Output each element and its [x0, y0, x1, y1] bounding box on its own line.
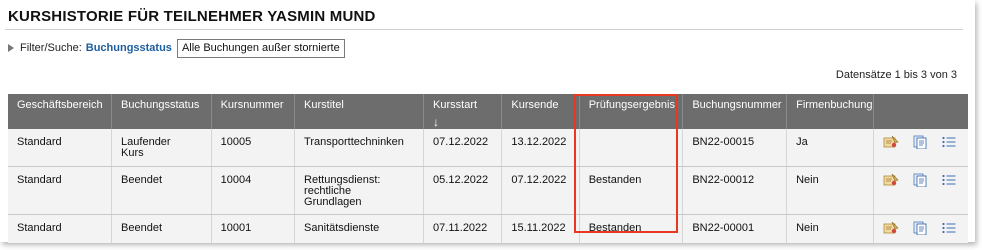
- table-row: Standard Beendet 10001 Sanitätsdienste 0…: [8, 214, 968, 244]
- cell-kursnummer: 10001: [211, 214, 296, 244]
- cell-actions: [873, 214, 968, 244]
- cell-buchungsnummer: BN22-00015: [682, 129, 788, 167]
- course-history-panel: KURSHISTORIE FÜR TEILNEHMER YASMIN MUND …: [0, 0, 975, 244]
- table-row: Standard Beendet 10004 Rettungsdienst: r…: [8, 166, 968, 215]
- cell-buchungsstatus: Beendet: [111, 166, 212, 215]
- cell-kursnummer: 10004: [211, 166, 296, 215]
- records-count: Datensätze 1 bis 3 von 3: [835, 69, 957, 81]
- document-icon[interactable]: [912, 173, 928, 187]
- column-header-firmenbuchung[interactable]: Firmenbuchung: [786, 94, 874, 129]
- expand-triangle-icon[interactable]: [8, 44, 14, 52]
- filter-field-link[interactable]: Buchungsstatus: [86, 42, 172, 54]
- page-title: KURSHISTORIE FÜR TEILNEHMER YASMIN MUND: [8, 8, 376, 25]
- list-icon[interactable]: [941, 135, 957, 149]
- cell-buchungsnummer: BN22-00012: [682, 166, 788, 215]
- cell-kursende: 07.12.2022: [501, 166, 580, 215]
- certificate-icon[interactable]: [883, 173, 899, 187]
- cell-geschaeftsbereich: Standard: [8, 214, 113, 244]
- document-icon[interactable]: [912, 221, 928, 235]
- cell-kursstart: 07.12.2022: [423, 129, 503, 167]
- cell-firmenbuchung: Nein: [786, 166, 874, 215]
- column-header-kursstart[interactable]: Kursstart ↓: [423, 94, 503, 129]
- title-divider: [5, 29, 963, 30]
- cell-buchungsstatus: Beendet: [111, 214, 212, 244]
- table-row: Standard Laufender Kurs 10005 Transportt…: [8, 129, 968, 167]
- list-icon[interactable]: [941, 221, 957, 235]
- column-header-pruefungsergebnis[interactable]: Prüfungsergebnis: [579, 94, 684, 129]
- table-header-row: Geschäftsbereich Buchungsstatus Kursnumm…: [8, 94, 968, 129]
- column-header-kurstitel[interactable]: Kurstitel: [294, 94, 425, 129]
- cell-pruefungsergebnis: [579, 129, 684, 167]
- certificate-icon[interactable]: [883, 135, 899, 149]
- filter-value-select[interactable]: Alle Buchungen außer stornierte: [176, 38, 345, 58]
- cell-buchungsnummer: BN22-00001: [682, 214, 788, 244]
- cell-firmenbuchung: Nein: [786, 214, 874, 244]
- column-header-kursende[interactable]: Kursende: [501, 94, 580, 129]
- cell-pruefungsergebnis: Bestanden: [579, 214, 684, 244]
- certificate-icon[interactable]: [883, 221, 899, 235]
- cell-geschaeftsbereich: Standard: [8, 129, 113, 167]
- kursstart-header-label: Kursstart: [433, 99, 478, 111]
- cell-kursstart: 05.12.2022: [423, 166, 503, 215]
- cell-buchungsstatus: Laufender Kurs: [111, 129, 212, 167]
- cell-pruefungsergebnis: Bestanden: [579, 166, 684, 215]
- column-header-actions: [873, 94, 968, 129]
- column-header-buchungsstatus[interactable]: Buchungsstatus: [111, 94, 212, 129]
- filter-label: Filter/Suche:: [20, 42, 82, 54]
- column-header-kursnummer[interactable]: Kursnummer: [211, 94, 296, 129]
- cell-kursstart: 07.11.2022: [423, 214, 503, 244]
- course-history-table: Geschäftsbereich Buchungsstatus Kursnumm…: [8, 94, 968, 244]
- cell-geschaeftsbereich: Standard: [8, 166, 113, 215]
- column-header-buchungsnummer[interactable]: Buchungsnummer: [682, 94, 788, 129]
- filter-bar: Filter/Suche: Buchungsstatus Alle Buchun…: [8, 38, 345, 58]
- cell-kurstitel: Sanitätsdienste: [294, 214, 425, 244]
- cell-actions: [873, 129, 968, 167]
- cell-kursende: 15.11.2022: [501, 214, 580, 244]
- cell-firmenbuchung: Ja: [786, 129, 874, 167]
- cell-kursende: 13.12.2022: [501, 129, 580, 167]
- column-header-geschaeftsbereich[interactable]: Geschäftsbereich: [8, 94, 113, 129]
- document-icon[interactable]: [912, 135, 928, 150]
- cell-kurstitel: Transporttechninken: [294, 129, 425, 167]
- list-icon[interactable]: [941, 173, 957, 187]
- cell-actions: [873, 166, 968, 215]
- sort-descending-icon[interactable]: ↓: [433, 115, 501, 129]
- cell-kursnummer: 10005: [211, 129, 296, 167]
- cell-kurstitel: Rettungsdienst: rechtliche Grundlagen: [294, 166, 425, 215]
